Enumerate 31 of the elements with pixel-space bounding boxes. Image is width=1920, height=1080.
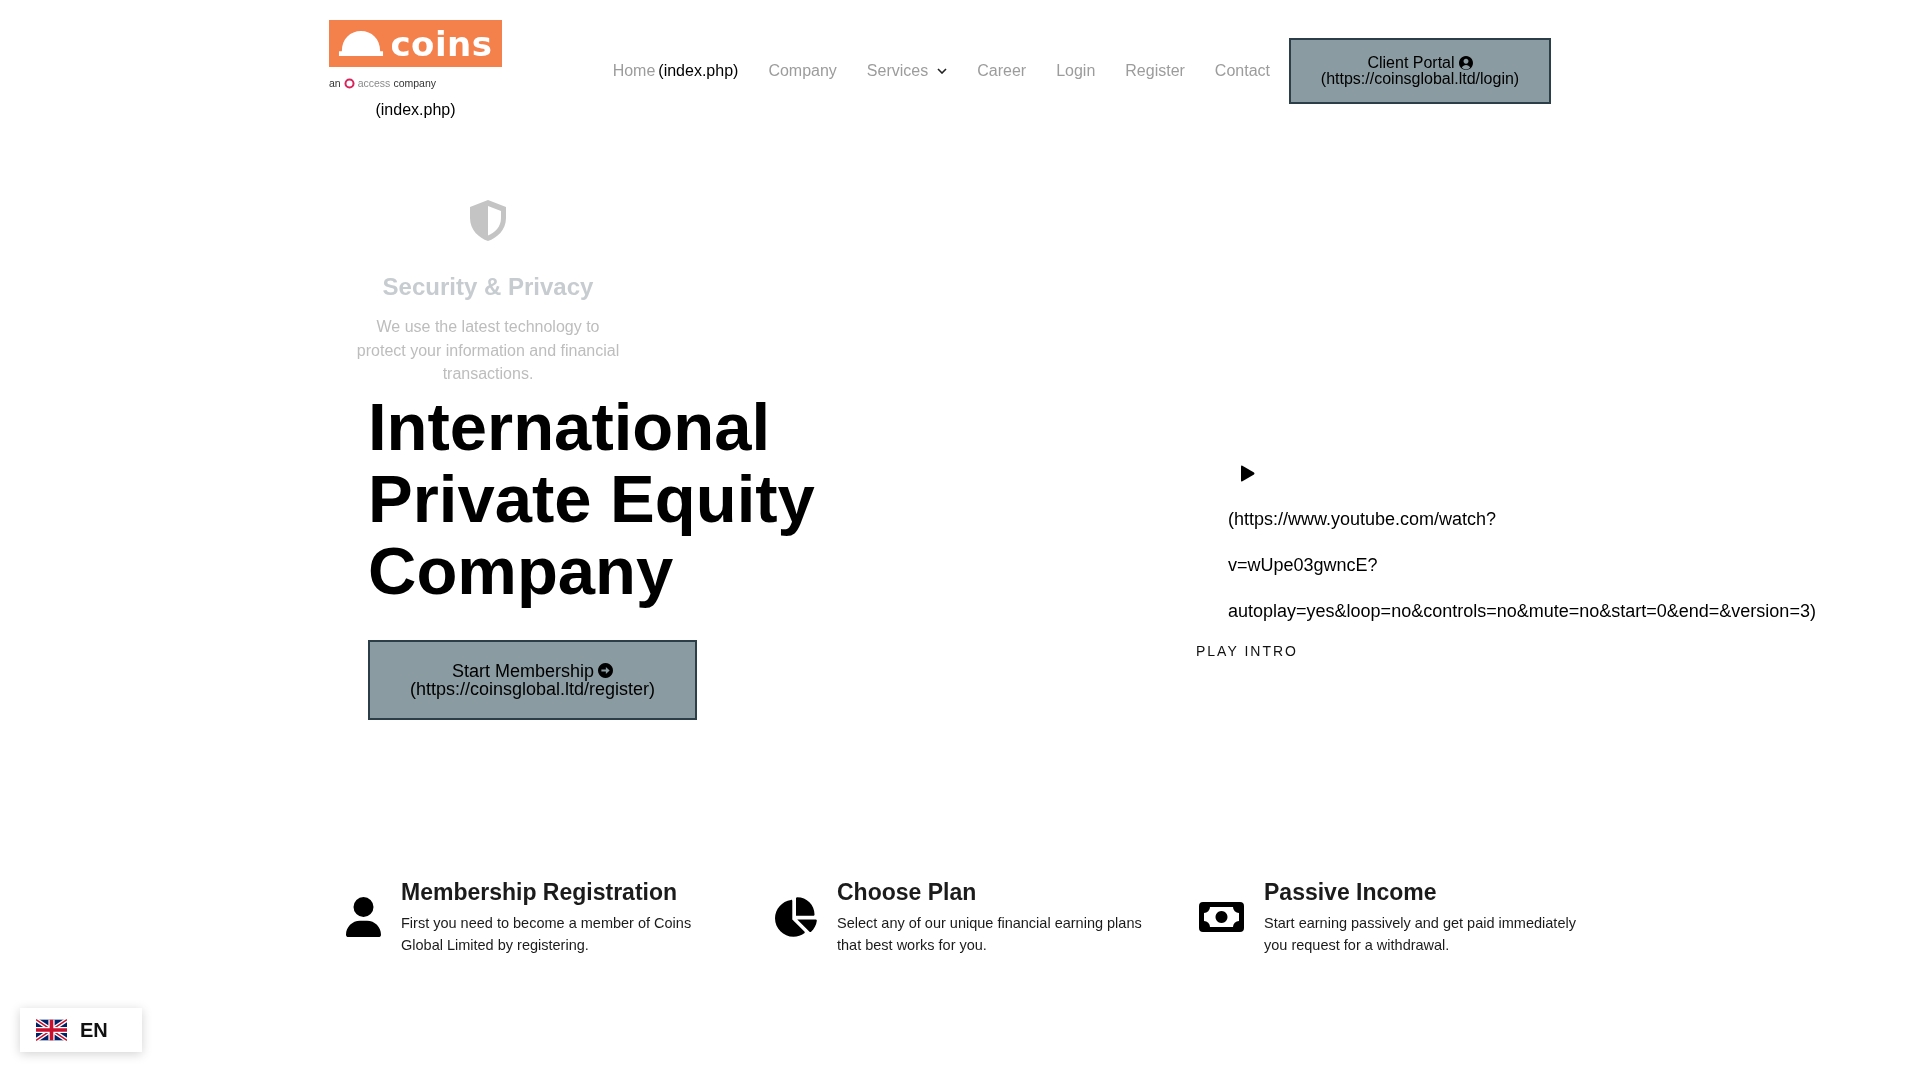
link-url-text[interactable]: (index.php) <box>658 61 739 81</box>
client-portal-button[interactable]: Client Portal (https://coinsglobal.ltd/login) <box>1289 38 1551 104</box>
link-url-text[interactable]: (index.php) <box>375 100 456 120</box>
person-icon <box>346 896 381 937</box>
hero-heading: International Private Equity Company <box>368 390 816 607</box>
video-link-text[interactable]: autoplay=yes&loop=no&controls=no&mute=no&start=0&end=&version=3) <box>1228 588 1816 634</box>
play-icon[interactable] <box>1240 465 1255 482</box>
play-intro-label[interactable]: PLAY INTRO <box>1196 642 1298 660</box>
tagline-text: company <box>393 76 436 90</box>
feature-title: Choose Plan <box>837 877 978 906</box>
slide-description: We use the latest technology to protect your information and financial transactions. <box>355 317 621 384</box>
ring-icon <box>343 77 355 89</box>
arrow-circle-right-icon <box>598 663 614 678</box>
flag-icon <box>36 1019 67 1041</box>
tagline-text: an <box>329 76 341 90</box>
language-switcher[interactable]: EN <box>20 1008 142 1052</box>
feature-description: Select any of our unique financial earning plans that best works for you. <box>837 913 1143 955</box>
logo-wordmark: coins <box>390 23 493 64</box>
video-link-text[interactable]: v=wUpe03gwncE? <box>1228 542 1378 588</box>
feature-description: Start earning passively and get paid immediately you request for a withdrawal. <box>1264 913 1577 955</box>
hard-hat-icon <box>338 30 385 57</box>
video-link-text[interactable]: (https://www.youtube.com/watch? <box>1228 496 1497 542</box>
pie-chart-icon <box>775 896 817 937</box>
feature-title: Membership Registration <box>401 877 679 906</box>
banknote-icon <box>1199 901 1244 932</box>
start-membership-button[interactable]: Start Membership (https://coinsglobal.ltd/register) <box>368 639 697 720</box>
slide-title: Security & Privacy <box>382 272 594 302</box>
tagline-brand: access <box>357 76 391 90</box>
feature-title: Passive Income <box>1264 877 1438 906</box>
feature-description: First you need to become a member of Coins Global Limited by registering. <box>401 913 693 955</box>
shield-icon <box>469 200 507 241</box>
